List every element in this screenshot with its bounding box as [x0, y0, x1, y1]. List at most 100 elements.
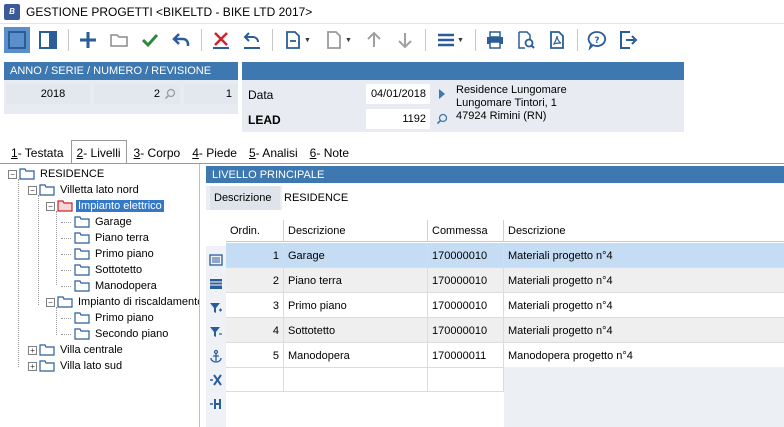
delete-icon — [213, 32, 229, 49]
tree-node-garage[interactable]: Garage — [74, 214, 134, 230]
folder-icon — [74, 280, 90, 292]
tree-node-sottotetto[interactable]: Sottotetto — [74, 262, 144, 278]
row-detail-button[interactable] — [208, 252, 224, 268]
toolbar: ▼ ▼ ▼ ? — [0, 24, 784, 56]
table-row[interactable]: 4 Sottotetto 170000010 Materiali progett… — [226, 318, 784, 343]
chevron-down-icon: ▼ — [457, 36, 464, 44]
tree-line — [61, 222, 71, 223]
layout-button[interactable] — [4, 27, 30, 53]
tree-node-villa-centrale[interactable]: + Villa centrale — [28, 342, 125, 358]
folder-icon — [74, 312, 90, 324]
tree-node-label: Primo piano — [95, 248, 154, 260]
move-down-icon — [398, 33, 412, 49]
folder-icon — [39, 184, 55, 196]
lead-search-button[interactable] — [434, 109, 450, 129]
tab-analisi[interactable]: 5 - Analisi — [244, 142, 303, 164]
lead-field[interactable]: 1192 — [366, 109, 430, 129]
customer-street: Lungomare Tintori, 1 — [456, 97, 557, 109]
cell-descrizione: Piano terra — [284, 268, 428, 293]
filter-button[interactable] — [208, 300, 224, 316]
table-row[interactable]: 2 Piano terra 170000010 Materiali proget… — [226, 268, 784, 293]
data-field[interactable]: 04/01/2018 — [366, 84, 430, 104]
remove-column-button[interactable] — [208, 372, 224, 388]
collapse-icon[interactable]: − — [46, 201, 55, 211]
expand-icon[interactable]: + — [28, 345, 37, 355]
tree-node-manodopera[interactable]: Manodopera — [74, 278, 159, 294]
grid-header: Ordin. Descrizione Commessa Descrizione — [226, 220, 784, 242]
level-description-label: Descrizione — [210, 186, 280, 210]
tree-node-impianto-elettrico[interactable]: − Impianto elettrico — [46, 198, 164, 214]
folder-icon — [74, 328, 90, 340]
column-header-descrizione-commessa[interactable]: Descrizione — [504, 220, 784, 242]
anchor-button[interactable] — [208, 348, 224, 364]
collapse-icon[interactable]: − — [8, 169, 17, 179]
date-expand-button[interactable] — [434, 84, 450, 104]
filter-remove-icon — [210, 327, 222, 337]
tab-piede[interactable]: 4 - Piede — [187, 142, 242, 164]
tree-node-secondo-piano[interactable]: Secondo piano — [74, 326, 170, 342]
revert-button[interactable] — [239, 27, 265, 53]
undo-button[interactable] — [168, 27, 194, 53]
folder-icon — [39, 360, 55, 372]
open-button[interactable] — [106, 27, 132, 53]
filter-remove-button[interactable] — [208, 324, 224, 340]
revisione-field[interactable]: 1 — [184, 84, 238, 104]
tree-node-label: Impianto elettrico — [76, 200, 164, 212]
collapse-icon[interactable]: − — [28, 185, 37, 195]
tree-node-villa-lato-sud[interactable]: + Villa lato sud — [28, 358, 124, 374]
delete-button[interactable] — [208, 27, 234, 53]
panel-icon — [39, 31, 57, 49]
document-button[interactable]: ▼ — [320, 27, 356, 53]
column-header-ordine[interactable]: Ordin. — [226, 220, 284, 242]
tree-line — [61, 238, 71, 239]
level-description-field[interactable]: RESIDENCE — [282, 186, 784, 210]
add-button[interactable] — [75, 27, 101, 53]
tree-node-primo-piano-2[interactable]: Primo piano — [74, 310, 156, 326]
table-row[interactable]: 5 Manodopera 170000011 Manodopera proget… — [226, 343, 784, 368]
tree-node-villetta-lato-nord[interactable]: − Villetta lato nord — [28, 182, 141, 198]
menu-button[interactable]: ▼ — [432, 27, 468, 53]
table-row[interactable]: 1 Garage 170000010 Materiali progetto n°… — [226, 243, 784, 268]
cell-ordine: 1 — [226, 243, 284, 268]
tree-node-piano-terra[interactable]: Piano terra — [74, 230, 151, 246]
expand-icon[interactable]: + — [28, 361, 37, 371]
tree-node-impianto-riscaldamento[interactable]: − Impianto di riscaldamento — [46, 294, 199, 310]
tab-corpo-label: - Corpo — [140, 146, 181, 160]
levels-grid: Ordin. Descrizione Commessa Descrizione … — [226, 220, 784, 427]
search-icon — [436, 113, 448, 125]
tab-livelli[interactable]: 2 - Livelli — [70, 140, 127, 164]
tab-livelli-label: - Livelli — [83, 145, 121, 160]
tree-node-residence[interactable]: − RESIDENCE — [8, 166, 106, 182]
numero-field[interactable]: 2 — [94, 84, 180, 104]
tab-note[interactable]: 6 - Note — [305, 142, 354, 164]
filter-icon — [210, 303, 222, 313]
move-up-button[interactable] — [361, 27, 387, 53]
customer-panel-header — [242, 62, 684, 80]
search-icon[interactable] — [164, 88, 176, 100]
levels-tree[interactable]: − RESIDENCE − Villetta lato nord − Impia… — [4, 164, 200, 427]
more-tools-button[interactable] — [208, 418, 224, 427]
help-button[interactable]: ? — [584, 27, 610, 53]
customer-address: Residence Lungomare Lungomare Tintori, 1… — [456, 84, 567, 123]
row-grid-button[interactable] — [208, 276, 224, 292]
confirm-button[interactable] — [137, 27, 163, 53]
cell-ordine: 3 — [226, 293, 284, 318]
new-document-button[interactable]: ▼ — [279, 27, 315, 53]
hide-column-button[interactable] — [208, 396, 224, 412]
print-button[interactable] — [482, 27, 508, 53]
pdf-button[interactable] — [544, 27, 570, 53]
anno-field[interactable]: 2018 — [6, 84, 90, 104]
table-row[interactable]: 3 Primo piano 170000010 Materiali proget… — [226, 293, 784, 318]
tab-testata[interactable]: 1 - Testata — [6, 142, 69, 164]
print-preview-button[interactable] — [513, 27, 539, 53]
panel-button[interactable] — [35, 27, 61, 53]
tree-line — [61, 286, 71, 287]
tab-corpo[interactable]: 3 - Corpo — [129, 142, 186, 164]
column-header-descrizione[interactable]: Descrizione — [284, 220, 428, 242]
column-header-commessa[interactable]: Commessa — [428, 220, 504, 242]
tree-line — [56, 307, 57, 335]
move-down-button[interactable] — [392, 27, 418, 53]
collapse-icon[interactable]: − — [46, 297, 55, 307]
tree-node-primo-piano[interactable]: Primo piano — [74, 246, 156, 262]
exit-button[interactable] — [615, 27, 641, 53]
